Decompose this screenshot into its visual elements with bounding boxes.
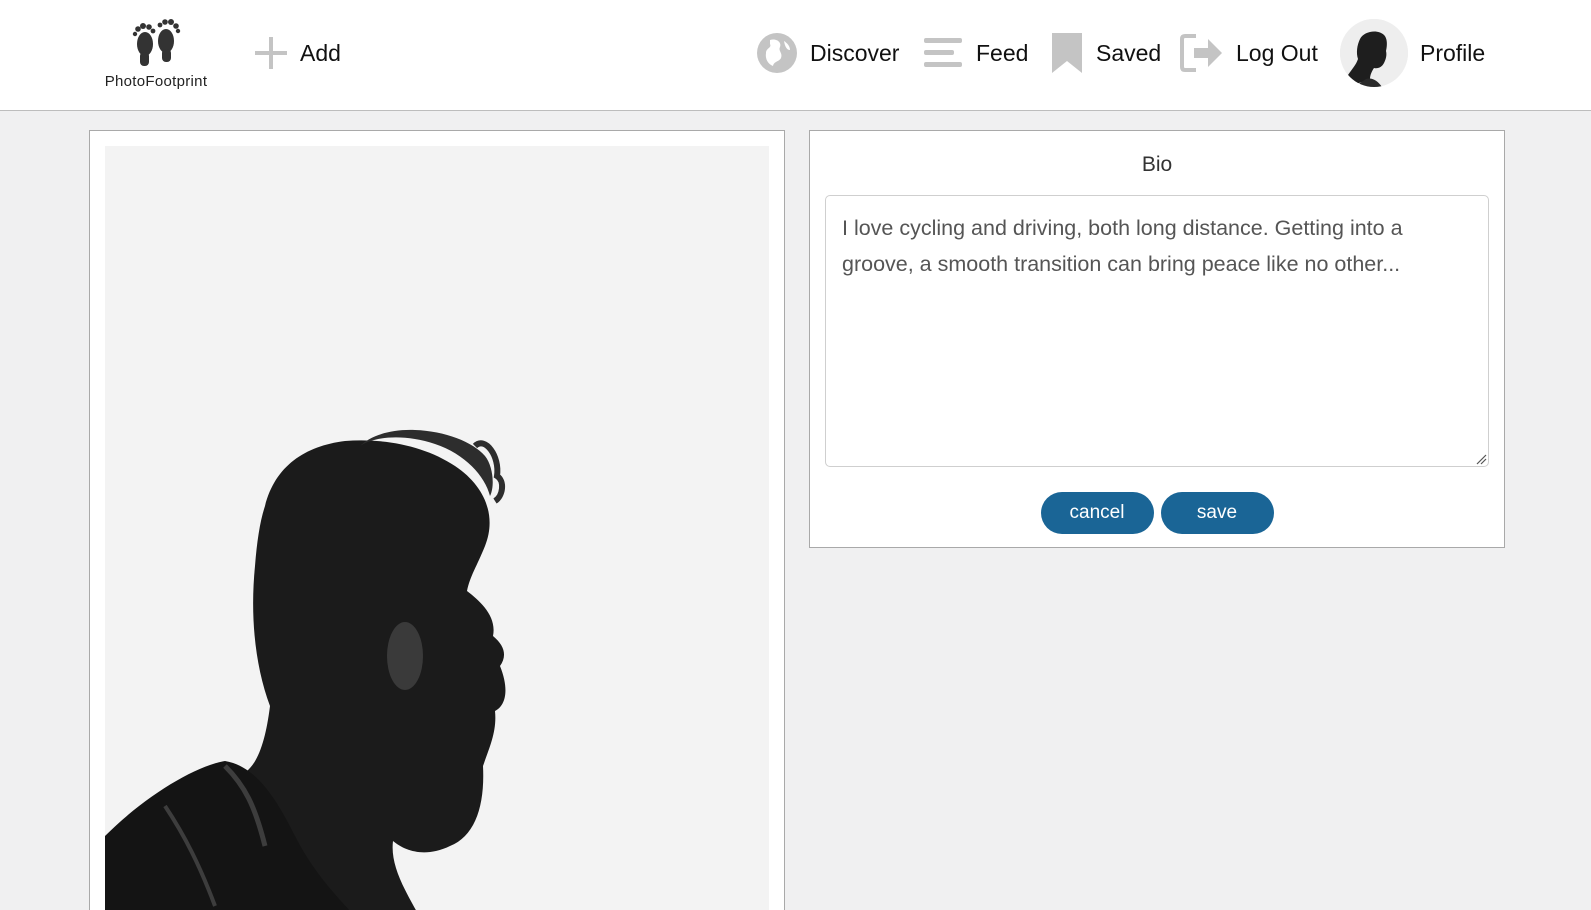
plus-icon (255, 37, 287, 69)
nav-saved-label: Saved (1096, 39, 1162, 66)
profile-photo-card (89, 130, 785, 910)
bio-actions: cancel save (810, 492, 1504, 534)
cancel-button[interactable]: cancel (1040, 492, 1154, 534)
nav-profile[interactable]: Profile (1340, 19, 1486, 87)
profile-photo (105, 146, 769, 910)
nav-feed[interactable]: Feed (922, 28, 1028, 78)
bio-textarea[interactable]: I love cycling and driving, both long di… (825, 195, 1489, 467)
bio-title: Bio (1141, 153, 1173, 176)
nav-logout-label: Log Out (1236, 39, 1318, 66)
nav-feed-label: Feed (976, 39, 1029, 66)
nav-discover[interactable]: Discover (756, 28, 899, 78)
nav-add-label: Add (300, 39, 341, 66)
menu-lines-icon (924, 38, 962, 67)
globe-icon (757, 33, 797, 73)
bio-card: Bio I love cycling and driving, both lon… (809, 130, 1505, 548)
nav-logout[interactable]: Log Out (1180, 28, 1318, 78)
nav-discover-label: Discover (810, 39, 900, 66)
nav-saved[interactable]: Saved (1050, 28, 1161, 78)
top-navbar: PhotoFootprint Add Discover Feed Saved L… (0, 0, 1591, 111)
brand-logo[interactable]: PhotoFootprint (96, 16, 216, 90)
nav-add[interactable]: Add (254, 28, 341, 78)
save-button[interactable]: save (1160, 492, 1274, 534)
footprints-icon (132, 19, 181, 66)
resize-handle-icon[interactable] (1475, 453, 1487, 465)
logout-arrow-icon (1180, 34, 1222, 72)
brand-name: PhotoFootprint (104, 73, 208, 90)
bookmark-icon (1052, 33, 1082, 73)
nav-profile-label: Profile (1420, 39, 1486, 66)
profile-portrait-image (105, 146, 769, 910)
avatar (1340, 19, 1408, 87)
